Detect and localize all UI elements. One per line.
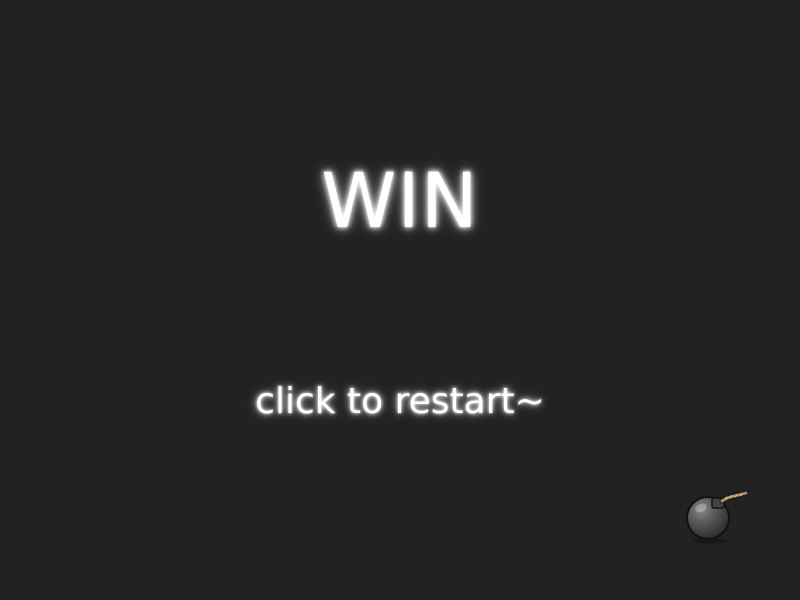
bomb-icon	[686, 490, 749, 544]
win-title: WIN	[321, 156, 479, 245]
restart-hint[interactable]: click to restart~	[0, 380, 800, 424]
game-over-screen[interactable]: WIN click to restart~	[0, 0, 800, 600]
